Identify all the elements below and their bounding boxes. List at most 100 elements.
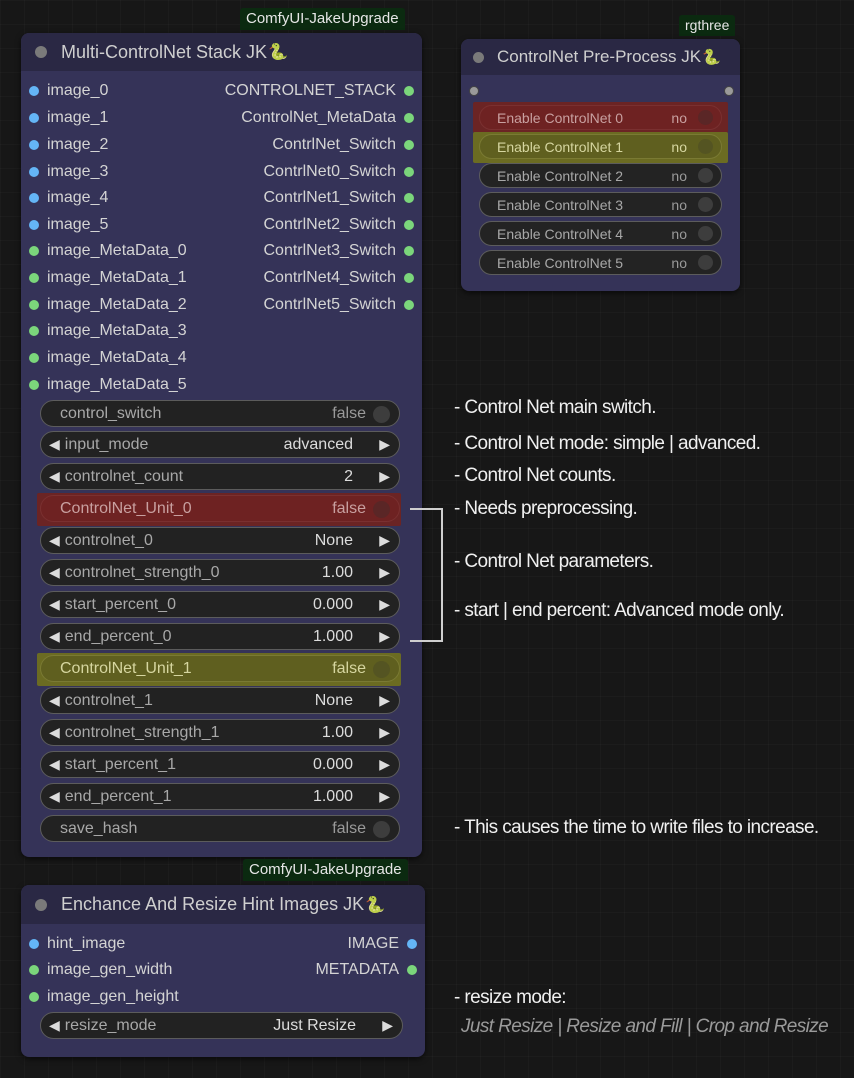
input-mode-combo[interactable]: ◀ input_mode advanced ▶	[40, 431, 400, 458]
increment-arrow-icon[interactable]: ▶	[382, 1017, 393, 1034]
output-slot-metadata[interactable]: METADATA	[315, 957, 417, 983]
save-hash-toggle[interactable]: save_hash false	[40, 815, 400, 842]
output-slot-icon[interactable]	[407, 965, 417, 975]
increment-arrow-icon[interactable]: ▶	[379, 724, 390, 741]
input-slot-icon[interactable]	[469, 86, 479, 96]
image-slot-icon[interactable]	[29, 113, 39, 123]
controlnet-preprocess-node[interactable]: ControlNet Pre-Process JK 🐍 Enable Contr…	[461, 39, 740, 291]
output-slot-contrlnet-switch[interactable]: ContrlNet_Switch	[272, 132, 414, 158]
input-slot-image-metadata-2[interactable]: image_MetaData_2	[29, 292, 187, 318]
enable-controlnet-4-toggle[interactable]: Enable ControlNet 4 no	[479, 221, 722, 246]
increment-arrow-icon[interactable]: ▶	[379, 756, 390, 773]
increment-arrow-icon[interactable]: ▶	[379, 596, 390, 613]
metadata-slot-icon[interactable]	[29, 353, 39, 363]
decrement-arrow-icon[interactable]: ◀	[49, 532, 60, 549]
node-header[interactable]: ControlNet Pre-Process JK 🐍	[461, 39, 740, 75]
input-slot-hint-image[interactable]: hint_image	[29, 931, 125, 957]
input-slot-image-metadata-5[interactable]: image_MetaData_5	[29, 372, 187, 398]
enable-controlnet-3-toggle[interactable]: Enable ControlNet 3 no	[479, 192, 722, 217]
image-slot-icon[interactable]	[29, 939, 39, 949]
image-slot-icon[interactable]	[29, 193, 39, 203]
output-slot-contrlnet3-switch[interactable]: ContrlNet3_Switch	[264, 238, 414, 264]
output-slot-icon[interactable]	[404, 167, 414, 177]
input-slot-image-gen-height[interactable]: image_gen_height	[29, 984, 179, 1010]
decrement-arrow-icon[interactable]: ◀	[49, 692, 60, 709]
controlnet-0-combo[interactable]: ◀ controlnet_0 None ▶	[40, 527, 400, 554]
collapse-toggle-icon[interactable]	[35, 46, 47, 58]
decrement-arrow-icon[interactable]: ◀	[49, 628, 60, 645]
controlnet-count-stepper[interactable]: ◀ controlnet_count 2 ▶	[40, 463, 400, 490]
increment-arrow-icon[interactable]: ▶	[379, 564, 390, 581]
decrement-arrow-icon[interactable]: ◀	[49, 724, 60, 741]
controlnet-strength-1-stepper[interactable]: ◀ controlnet_strength_1 1.00 ▶	[40, 719, 400, 746]
int-slot-icon[interactable]	[29, 965, 39, 975]
decrement-arrow-icon[interactable]: ◀	[49, 1017, 60, 1034]
input-slot-image-2[interactable]: image_2	[29, 132, 108, 158]
input-slot-image-5[interactable]: image_5	[29, 212, 108, 238]
end-percent-0-stepper[interactable]: ◀ end_percent_0 1.000 ▶	[40, 623, 400, 650]
output-slot-icon[interactable]	[404, 140, 414, 150]
input-slot-image-gen-width[interactable]: image_gen_width	[29, 957, 172, 983]
enable-controlnet-0-toggle[interactable]: Enable ControlNet 0 no	[479, 105, 722, 130]
controlnet-unit-0-toggle[interactable]: ControlNet_Unit_0 false	[40, 495, 400, 522]
decrement-arrow-icon[interactable]: ◀	[49, 788, 60, 805]
input-slot-image-metadata-4[interactable]: image_MetaData_4	[29, 345, 187, 371]
start-percent-0-stepper[interactable]: ◀ start_percent_0 0.000 ▶	[40, 591, 400, 618]
output-slot-icon[interactable]	[404, 273, 414, 283]
image-slot-icon[interactable]	[29, 140, 39, 150]
decrement-arrow-icon[interactable]: ◀	[49, 564, 60, 581]
input-slot-image-4[interactable]: image_4	[29, 185, 108, 211]
output-slot-icon[interactable]	[404, 86, 414, 96]
increment-arrow-icon[interactable]: ▶	[379, 628, 390, 645]
input-slot-image-metadata-1[interactable]: image_MetaData_1	[29, 265, 187, 291]
controlnet-1-combo[interactable]: ◀ controlnet_1 None ▶	[40, 687, 400, 714]
output-slot-icon[interactable]	[407, 939, 417, 949]
enable-controlnet-5-toggle[interactable]: Enable ControlNet 5 no	[479, 250, 722, 275]
output-slot-icon[interactable]	[404, 300, 414, 310]
output-slot-controlnet-stack[interactable]: CONTROLNET_STACK	[225, 78, 414, 104]
input-slot-image-metadata-0[interactable]: image_MetaData_0	[29, 238, 187, 264]
increment-arrow-icon[interactable]: ▶	[379, 788, 390, 805]
output-slot-icon[interactable]	[404, 193, 414, 203]
output-slot-contrlnet4-switch[interactable]: ContrlNet4_Switch	[264, 265, 414, 291]
input-slot-image-3[interactable]: image_3	[29, 159, 108, 185]
input-slot-image-1[interactable]: image_1	[29, 105, 108, 131]
metadata-slot-icon[interactable]	[29, 273, 39, 283]
node-header[interactable]: Multi-ControlNet Stack JK 🐍	[21, 33, 422, 71]
metadata-slot-icon[interactable]	[29, 326, 39, 336]
enable-controlnet-2-toggle[interactable]: Enable ControlNet 2 no	[479, 163, 722, 188]
output-slot-contrlnet2-switch[interactable]: ContrlNet2_Switch	[264, 212, 414, 238]
output-slot-icon[interactable]	[404, 113, 414, 123]
enable-controlnet-1-toggle[interactable]: Enable ControlNet 1 no	[479, 134, 722, 159]
decrement-arrow-icon[interactable]: ◀	[49, 596, 60, 613]
increment-arrow-icon[interactable]: ▶	[379, 468, 390, 485]
metadata-slot-icon[interactable]	[29, 246, 39, 256]
output-slot-controlnet-metadata[interactable]: ControlNet_MetaData	[241, 105, 414, 131]
output-slot-icon[interactable]	[404, 246, 414, 256]
start-percent-1-stepper[interactable]: ◀ start_percent_1 0.000 ▶	[40, 751, 400, 778]
controlnet-strength-0-stepper[interactable]: ◀ controlnet_strength_0 1.00 ▶	[40, 559, 400, 586]
decrement-arrow-icon[interactable]: ◀	[49, 436, 60, 453]
collapse-toggle-icon[interactable]	[35, 898, 47, 911]
collapse-toggle-icon[interactable]	[473, 51, 484, 63]
node-header[interactable]: Enchance And Resize Hint Images JK 🐍	[21, 885, 425, 924]
output-slot-contrlnet5-switch[interactable]: ContrlNet5_Switch	[264, 292, 414, 318]
output-slot-icon[interactable]	[724, 86, 734, 96]
output-slot-image[interactable]: IMAGE	[347, 931, 417, 957]
image-slot-icon[interactable]	[29, 167, 39, 177]
int-slot-icon[interactable]	[29, 992, 39, 1002]
decrement-arrow-icon[interactable]: ◀	[49, 468, 60, 485]
output-slot-contrlnet1-switch[interactable]: ContrlNet1_Switch	[264, 185, 414, 211]
metadata-slot-icon[interactable]	[29, 380, 39, 390]
decrement-arrow-icon[interactable]: ◀	[49, 756, 60, 773]
multi-controlnet-stack-node[interactable]: Multi-ControlNet Stack JK 🐍 image_0 CONT…	[21, 33, 422, 857]
output-slot-contrlnet0-switch[interactable]: ContrlNet0_Switch	[264, 159, 414, 185]
resize-mode-combo[interactable]: ◀ resize_mode Just Resize ▶	[40, 1012, 403, 1039]
increment-arrow-icon[interactable]: ▶	[379, 436, 390, 453]
end-percent-1-stepper[interactable]: ◀ end_percent_1 1.000 ▶	[40, 783, 400, 810]
controlnet-unit-1-toggle[interactable]: ControlNet_Unit_1 false	[40, 655, 400, 682]
image-slot-icon[interactable]	[29, 220, 39, 230]
control-switch-toggle[interactable]: control_switch false	[40, 400, 400, 427]
input-slot-image-metadata-3[interactable]: image_MetaData_3	[29, 318, 187, 344]
enhance-resize-hint-node[interactable]: Enchance And Resize Hint Images JK 🐍 hin…	[21, 885, 425, 1057]
